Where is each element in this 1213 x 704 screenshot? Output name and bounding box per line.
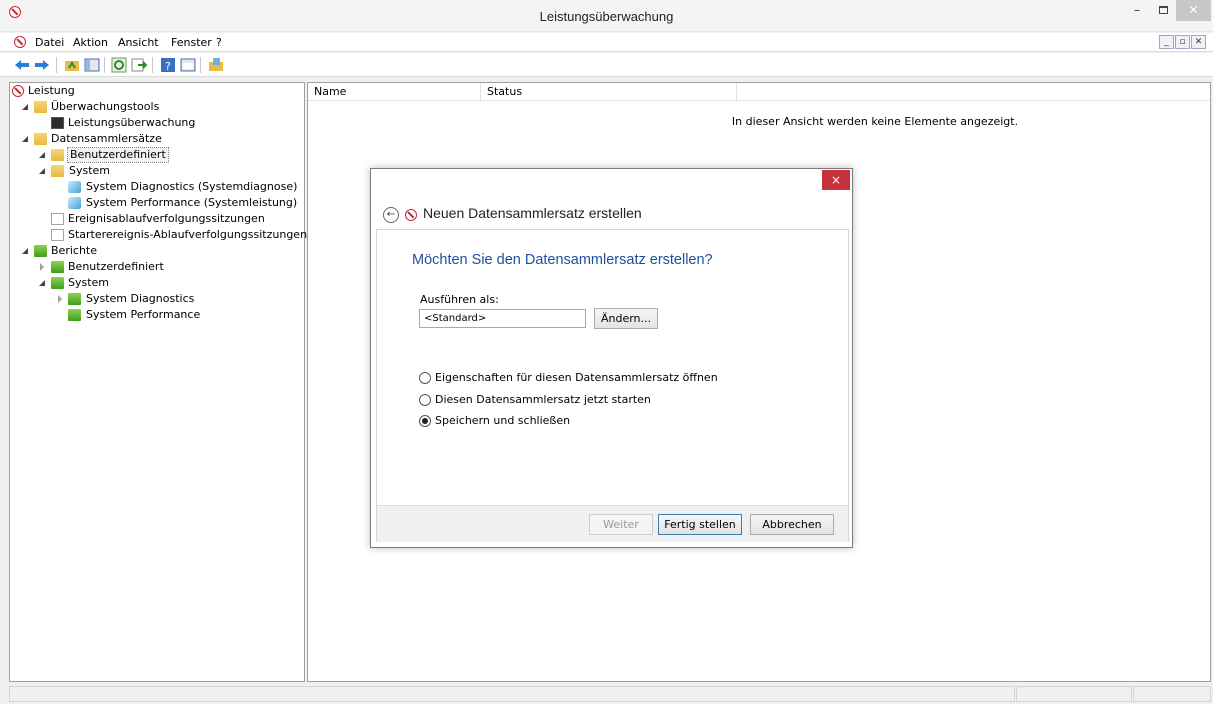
status-segment-3	[1133, 686, 1211, 702]
window-title: Leistungsüberwachung	[539, 9, 674, 24]
properties-icon[interactable]	[180, 57, 196, 73]
empty-list-message: In dieser Ansicht werden keine Elemente …	[731, 115, 1019, 128]
expanded-chevron-icon[interactable]	[39, 152, 45, 158]
radio-button[interactable]	[419, 394, 431, 406]
system-folder-icon	[51, 165, 64, 177]
status-segment-2	[1016, 686, 1132, 702]
column-header-name[interactable]: Name	[308, 83, 481, 101]
child-minimize-button[interactable]: _	[1159, 35, 1174, 49]
expanded-chevron-icon[interactable]	[39, 280, 45, 286]
user-folder-icon	[51, 149, 64, 161]
folder-icon	[34, 101, 47, 113]
export-list-icon[interactable]	[131, 57, 147, 73]
title-bar: Leistungsüberwachung – ✕	[0, 0, 1213, 32]
wizard-footer: Weiter Fertig stellen Abbrechen	[377, 505, 848, 542]
expanded-chevron-icon[interactable]	[22, 136, 28, 142]
column-header-filler	[737, 83, 1210, 101]
expanded-chevron-icon[interactable]	[22, 248, 28, 254]
expanded-chevron-icon[interactable]	[22, 104, 28, 110]
maximize-button[interactable]	[1150, 0, 1176, 21]
child-close-button[interactable]: ✕	[1191, 35, 1206, 49]
cancel-button[interactable]: Abbrechen	[750, 514, 834, 535]
trace-document-icon	[51, 229, 64, 241]
dialog-close-button[interactable]: ×	[822, 170, 850, 190]
toolbar: ?	[0, 53, 1213, 77]
radio-button-selected[interactable]	[419, 415, 431, 427]
radio-button[interactable]	[419, 372, 431, 384]
navigation-tree: Leistung Überwachungstools Leistungsüber…	[9, 82, 307, 682]
wizard-heading: Möchten Sie den Datensammlersatz erstell…	[412, 252, 713, 268]
back-arrow-icon[interactable]	[14, 57, 30, 73]
menu-help[interactable]: ?	[216, 36, 222, 49]
status-segment-main	[9, 686, 1015, 702]
menu-ansicht[interactable]: Ansicht	[118, 36, 159, 49]
help-icon[interactable]: ?	[160, 57, 176, 73]
system-menu-icon[interactable]	[14, 36, 26, 48]
run-as-label: Ausführen als:	[420, 293, 499, 306]
menu-aktion[interactable]: Aktion	[73, 36, 108, 49]
close-window-button[interactable]: ✕	[1176, 0, 1211, 21]
performance-icon	[12, 85, 24, 97]
performance-icon	[405, 209, 417, 221]
report-folder-icon	[68, 309, 81, 321]
svg-text:?: ?	[165, 60, 171, 73]
next-button[interactable]: Weiter	[589, 514, 653, 535]
forward-arrow-icon[interactable]	[34, 57, 50, 73]
dialog-title: Neuen Datensammlersatz erstellen	[423, 205, 642, 221]
collector-sets-icon	[34, 133, 47, 145]
menu-datei[interactable]: Datei	[35, 36, 64, 49]
collapsed-chevron-icon[interactable]	[40, 263, 44, 271]
menu-bar: Datei Aktion Ansicht Fenster ? _ ▫ ✕	[0, 33, 1213, 52]
status-bar	[0, 684, 1213, 704]
expanded-chevron-icon[interactable]	[39, 168, 45, 174]
collector-set-icon	[68, 197, 81, 209]
back-button[interactable]: ←	[383, 207, 399, 223]
child-window-controls: _ ▫ ✕	[1158, 35, 1206, 49]
minimize-button[interactable]: –	[1124, 0, 1150, 21]
finish-button[interactable]: Fertig stellen	[658, 514, 742, 535]
wizard-page: Möchten Sie den Datensammlersatz erstell…	[376, 229, 849, 542]
reports-folder-icon	[34, 245, 47, 257]
monitor-chart-icon	[51, 117, 64, 129]
create-collector-set-wizard: × ← Neuen Datensammlersatz erstellen Möc…	[370, 168, 853, 548]
report-folder-icon	[68, 293, 81, 305]
show-hide-tree-icon[interactable]	[84, 57, 100, 73]
column-header-status[interactable]: Status	[481, 83, 737, 101]
child-restore-button[interactable]: ▫	[1175, 35, 1190, 49]
new-collector-set-icon[interactable]	[208, 57, 224, 73]
collapsed-chevron-icon[interactable]	[58, 295, 62, 303]
refresh-icon[interactable]	[111, 57, 127, 73]
up-folder-icon[interactable]	[64, 57, 80, 73]
menu-fenster[interactable]: Fenster	[171, 36, 212, 49]
run-as-field[interactable]: <Standard>	[419, 309, 586, 328]
collector-set-icon	[68, 181, 81, 193]
report-folder-icon	[51, 261, 64, 273]
change-button[interactable]: Ändern...	[594, 308, 658, 329]
trace-document-icon	[51, 213, 64, 225]
report-folder-icon	[51, 277, 64, 289]
